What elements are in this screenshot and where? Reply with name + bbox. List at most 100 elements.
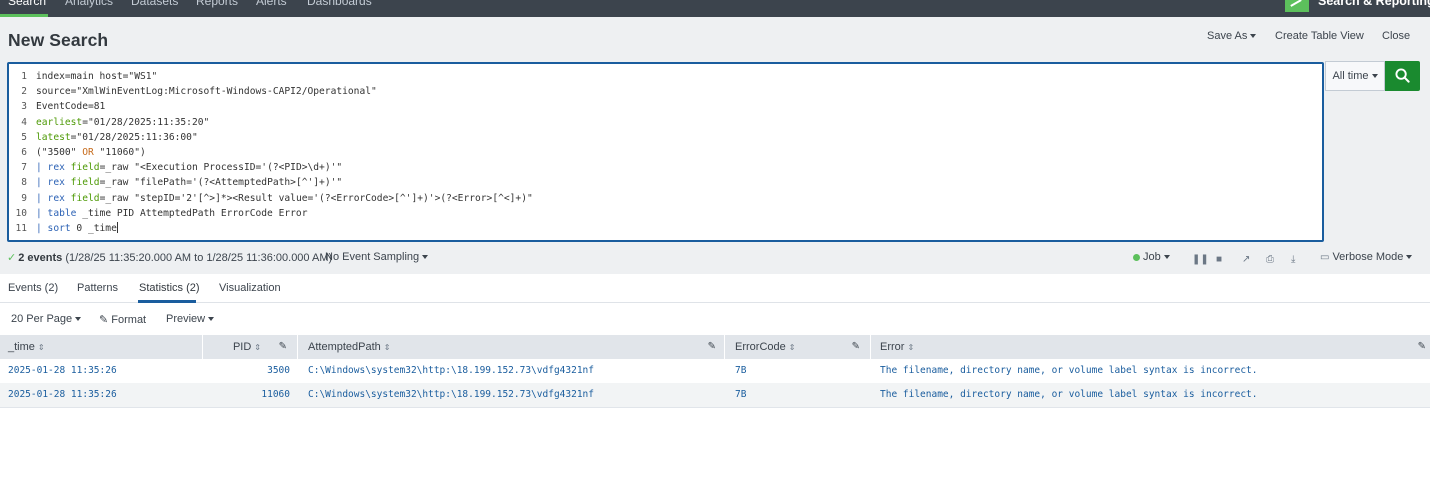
results-toolbar: 20 Per Page ✎ Format Preview [0,303,1430,335]
line-number: 11 [15,222,27,234]
line-number: 5 [21,131,27,143]
query-code[interactable]: index=main host="WS1" source="XmlWinEvent… [36,69,533,236]
column-header-attemptedpath[interactable]: AttemptedPath ⇕ ✎ [298,335,725,359]
query-line: ("3500" OR "11060") [36,146,146,158]
sampling-label: No Event Sampling [325,251,420,263]
search-mode-dropdown[interactable]: ▭ Verbose Mode [1320,251,1413,263]
column-header-errorcode[interactable]: ErrorCode ⇕ ✎ [725,335,871,359]
share-icon[interactable]: ↗ [1242,254,1250,265]
cell-attemptedpath[interactable]: C:\Windows\system32\http:\18.199.152.73\… [308,383,594,407]
column-label-wrap: PID ⇕ [233,335,261,360]
column-header-pid[interactable]: PID ⇕ ✎ [203,335,298,359]
query-line: | rex field=_raw "<Execution ProcessID='… [36,162,343,174]
chevron-down-icon [422,255,429,260]
print-icon[interactable]: ⎙ [1266,254,1274,265]
cell-pid[interactable]: 11060 [261,383,290,407]
cell-attemptedpath[interactable]: C:\Windows\system32\http:\18.199.152.73\… [308,359,594,383]
query-line: | rex field=_raw "filePath='(?<Attempted… [36,177,343,189]
per-page-dropdown[interactable]: 20 Per Page [11,313,82,325]
cell-pid[interactable]: 3500 [267,359,290,383]
page-title: New Search [8,30,109,50]
cell-time[interactable]: 2025-01-28 11:35:26 [8,359,117,383]
query-line: index=main host="WS1" [36,71,158,82]
search-button[interactable] [1385,61,1420,91]
pause-icon[interactable]: ❚❚ [1192,254,1209,265]
sort-icon[interactable]: ⇕ [38,336,45,360]
nav-reports[interactable]: Reports [196,0,238,8]
chevron-down-icon [1371,74,1378,79]
chevron-down-icon [208,317,215,322]
nav-datasets[interactable]: Datasets [131,0,178,8]
chevron-down-icon [1406,255,1413,260]
save-as-label: Save As [1207,30,1248,42]
search-icon [1395,68,1410,83]
cell-time[interactable]: 2025-01-28 11:35:26 [8,383,117,407]
time-range-picker[interactable]: All time [1325,61,1385,91]
column-header-error[interactable]: Error ⇕ ✎ [871,335,1430,359]
format-button[interactable]: ✎ Format [99,313,146,326]
edit-column-icon[interactable]: ✎ [279,335,287,359]
edit-column-icon[interactable]: ✎ [852,335,860,359]
edit-column-icon[interactable]: ✎ [1418,335,1426,359]
export-icon[interactable]: ⤓ [1291,254,1295,265]
cell-error[interactable]: The filename, directory name, or volume … [880,359,1258,383]
tab-events[interactable]: Events (2) [8,282,58,294]
job-label: Job [1143,251,1161,263]
line-number: 10 [15,207,27,219]
per-page-label: 20 Per Page [11,313,73,325]
stop-icon[interactable]: ■ [1216,254,1222,265]
line-number-gutter: 1 2 3 4 5 6 7 8 9 10 11 [9,69,33,236]
tab-statistics[interactable]: Statistics (2) [139,282,200,294]
mode-icon: ▭ [1320,252,1330,263]
column-header-time[interactable]: _time ⇕ [0,335,203,359]
event-sampling-dropdown[interactable]: No Event Sampling [325,251,429,263]
text-cursor [116,222,118,234]
line-number: 1 [21,71,27,82]
create-table-view-button[interactable]: Create Table View [1275,30,1364,42]
column-label: PID [232,341,252,353]
preview-dropdown[interactable]: Preview [166,313,215,325]
edit-column-icon[interactable]: ✎ [708,335,716,359]
query-line: earliest="01/28/2025:11:35:20" [36,116,210,128]
nav-search[interactable]: Search [8,0,46,8]
format-label: Format [111,314,147,326]
column-label: Error [880,341,905,353]
preview-label: Preview [166,313,206,325]
sort-icon[interactable]: ⇕ [384,336,391,360]
query-line: source="XmlWinEventLog:Microsoft-Windows… [36,86,377,98]
line-number: 3 [21,101,27,113]
cell-errorcode[interactable]: 7B [735,383,746,407]
cell-error[interactable]: The filename, directory name, or volume … [880,383,1258,407]
column-label: AttemptedPath [308,341,381,353]
pencil-icon: ✎ [99,314,109,326]
line-number: 8 [21,177,27,189]
line-number: 7 [21,162,27,174]
search-query-editor[interactable]: 1 2 3 4 5 6 7 8 9 10 11 index=main host=… [7,62,1324,242]
nav-alerts[interactable]: Alerts [256,0,287,8]
query-line: EventCode=81 [36,101,106,113]
cell-errorcode[interactable]: 7B [735,359,746,383]
chevron-down-icon [1163,255,1170,260]
column-label: _time [8,341,35,353]
nav-analytics[interactable]: Analytics [65,0,113,8]
query-line: | sort 0 _time [36,222,118,234]
results-tabs: Events (2) Patterns Statistics (2) Visua… [0,274,1430,303]
job-menu[interactable]: Job [1133,251,1170,263]
query-line: | rex field=_raw "stepID='2'[^>]*><Resul… [36,192,533,204]
tab-patterns[interactable]: Patterns [77,282,118,294]
save-as-button[interactable]: Save As [1207,30,1257,42]
event-count: 2 events [18,252,63,264]
close-button[interactable]: Close [1382,30,1410,42]
search-mode-label: Verbose Mode [1332,251,1404,263]
nav-dashboards[interactable]: Dashboards [307,0,372,8]
event-count-status: ✓ 2 events (1/28/25 11:35:20.000 AM to 1/… [7,251,332,264]
job-status-icon [1133,253,1140,261]
top-nav-bar: Search Analytics Datasets Reports Alerts… [0,0,1430,17]
app-name[interactable]: Search & Reporting [1318,0,1430,8]
sort-icon[interactable]: ⇕ [254,336,261,360]
sort-icon[interactable]: ⇕ [789,336,796,360]
column-label: ErrorCode [735,341,786,353]
line-number: 4 [21,116,27,128]
sort-icon[interactable]: ⇕ [907,336,914,360]
tab-visualization[interactable]: Visualization [219,282,281,294]
